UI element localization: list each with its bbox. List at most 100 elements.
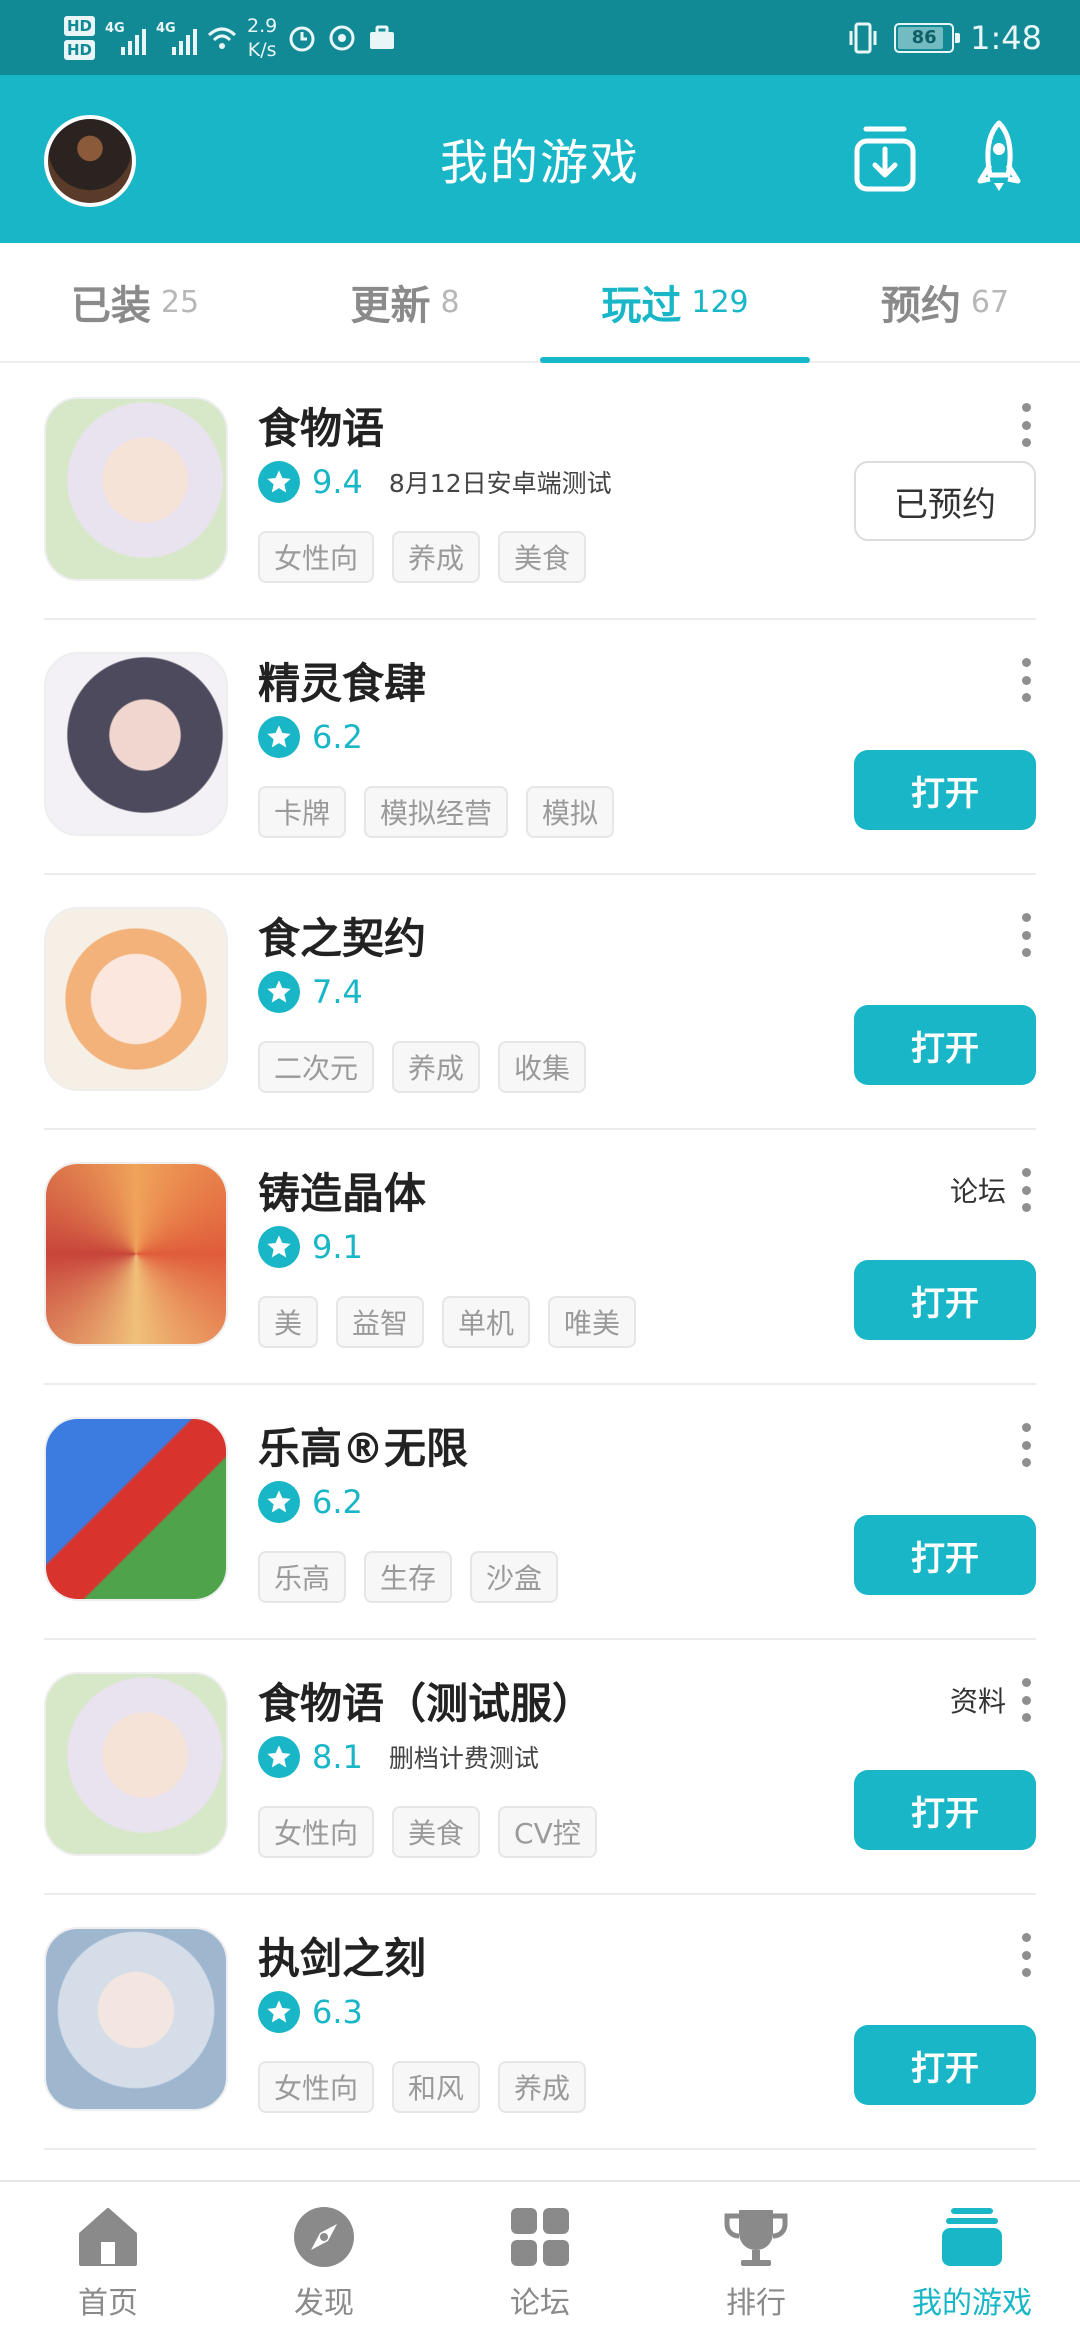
rating: 6.3 — [258, 1991, 363, 2033]
tag-list: 二次元 养成 收集 — [258, 1041, 587, 1093]
game-tag[interactable]: 模拟经营 — [364, 786, 509, 838]
game-tag[interactable]: 乐高 — [258, 1551, 347, 1603]
home-icon — [79, 2208, 137, 2266]
game-tag[interactable]: 女性向 — [258, 2061, 375, 2113]
download-manager-icon[interactable] — [852, 119, 918, 195]
game-icon[interactable] — [44, 1417, 228, 1601]
compass-icon — [294, 2207, 354, 2267]
briefcase-icon — [370, 25, 395, 49]
page-title: 我的游戏 — [439, 135, 640, 191]
tag-list: 美益智 单机 唯美 — [258, 1296, 637, 1348]
rating: 9.4 8月12日安卓端测试 — [258, 461, 612, 503]
game-row[interactable]: 食物语（测试服） 8.1 删档计费测试女性向 美食 CV控 资料打开 — [44, 1640, 1036, 1895]
clock: 1:48 — [970, 18, 1042, 57]
game-row[interactable]: 精灵食肆 6.2 卡牌 模拟经营 模拟 打开 — [44, 620, 1036, 875]
rating-score: 9.4 — [312, 463, 363, 501]
more-options-icon[interactable] — [1016, 658, 1036, 702]
rating-score: 6.2 — [312, 718, 363, 756]
game-tag[interactable]: 美 — [258, 1296, 319, 1348]
rating-score: 6.3 — [312, 1993, 363, 2031]
tag-list: 女性向 养成 美食 — [258, 531, 587, 583]
game-tag[interactable]: 养成 — [392, 1041, 481, 1093]
game-tag[interactable]: CV控 — [498, 1806, 597, 1858]
game-tag[interactable]: 模拟 — [526, 786, 615, 838]
game-note: 删档计费测试 — [388, 1744, 539, 1773]
game-tag[interactable]: 养成 — [392, 531, 481, 583]
game-icon[interactable] — [44, 1927, 228, 2111]
nav-home[interactable]: 首页 — [0, 2182, 216, 2340]
vibrate-icon — [849, 22, 877, 53]
tab-played[interactable]: 玩过 129 — [540, 243, 810, 363]
game-side-link[interactable]: 论坛 — [950, 1170, 1006, 1210]
game-tag[interactable]: 单机 — [442, 1296, 531, 1348]
star-icon — [258, 1736, 300, 1778]
game-tag[interactable]: 沙盒 — [470, 1551, 559, 1603]
tab-updates[interactable]: 更新 8 — [270, 243, 540, 361]
more-options-icon[interactable] — [1016, 1933, 1036, 1977]
game-name: 食物语（测试服） — [258, 1679, 595, 1728]
battery-icon: 86 — [894, 22, 961, 53]
game-tag[interactable]: 益智 — [336, 1296, 425, 1348]
app-notification-icon — [329, 25, 355, 51]
open-button[interactable]: 打开 — [854, 750, 1036, 830]
rating: 8.1 删档计费测试 — [258, 1736, 539, 1778]
game-name: 执剑之刻 — [258, 1934, 427, 1983]
star-icon — [258, 461, 300, 503]
game-tag[interactable]: 二次元 — [258, 1041, 375, 1093]
rating: 6.2 — [258, 1481, 363, 1523]
tag-list: 乐高 生存 沙盒 — [258, 1551, 559, 1603]
open-button[interactable]: 打开 — [854, 1005, 1036, 1085]
game-tag[interactable]: 美食 — [498, 531, 587, 583]
game-icon[interactable] — [44, 652, 228, 836]
star-icon — [258, 1226, 300, 1268]
game-tag[interactable]: 养成 — [498, 2061, 587, 2113]
game-tag[interactable]: 美食 — [392, 1806, 481, 1858]
tab-installed[interactable]: 已装 25 — [0, 243, 270, 361]
tab-bar: 已装 25 更新 8 玩过 129 预约 67 — [0, 243, 1080, 363]
trophy-icon — [724, 2210, 788, 2266]
rating: 6.2 — [258, 716, 363, 758]
game-icon[interactable] — [44, 907, 228, 1091]
more-options-icon[interactable] — [1016, 913, 1036, 957]
more-options-icon[interactable] — [1016, 403, 1036, 447]
game-tag[interactable]: 卡牌 — [258, 786, 347, 838]
game-note: 8月12日安卓端测试 — [388, 469, 612, 498]
open-button[interactable]: 打开 — [854, 1770, 1036, 1850]
nav-my-games[interactable]: 我的游戏 — [864, 2182, 1080, 2340]
rocket-icon[interactable] — [966, 119, 1032, 195]
game-tag[interactable]: 收集 — [498, 1041, 587, 1093]
game-row[interactable]: 食物语 9.4 8月12日安卓端测试 女性向 养成 美食 已预约 — [44, 365, 1036, 620]
game-tag[interactable]: 女性向 — [258, 1806, 375, 1858]
game-row[interactable]: 乐高®无限 6.2 乐高 生存 沙盒 打开 — [44, 1385, 1036, 1640]
rating: 9.1 — [258, 1226, 363, 1268]
hd-indicator: HD HD — [64, 16, 96, 60]
game-row[interactable]: 铸造晶体 9.1 美益智 单机 唯美 论坛 打开 — [44, 1130, 1036, 1385]
nav-ranking[interactable]: 排行 — [648, 2182, 864, 2340]
game-icon[interactable] — [44, 1162, 228, 1346]
more-options-icon[interactable] — [1016, 1423, 1036, 1467]
game-row[interactable]: 食之契约 7.4 二次元 养成 收集 打开 — [44, 875, 1036, 1130]
game-tag[interactable]: 生存 — [364, 1551, 453, 1603]
open-button[interactable]: 打开 — [854, 1515, 1036, 1595]
more-options-icon[interactable] — [1016, 1168, 1036, 1212]
game-icon[interactable] — [44, 1672, 228, 1856]
game-row[interactable]: 执剑之刻 6.3 女性向 和风 养成 打开 — [44, 1895, 1036, 2150]
reserved-button[interactable]: 已预约 — [854, 461, 1036, 541]
tab-reserved[interactable]: 预约 67 — [810, 243, 1080, 361]
nav-forum[interactable]: 论坛 — [432, 2182, 648, 2340]
nav-discover[interactable]: 发现 — [216, 2182, 432, 2340]
star-icon — [258, 971, 300, 1013]
game-side-link[interactable]: 资料 — [950, 1680, 1006, 1720]
open-button[interactable]: 打开 — [854, 2025, 1036, 2105]
game-tag[interactable]: 和风 — [392, 2061, 481, 2113]
network-speed: 2.9 K/s — [247, 15, 278, 61]
stack-icon — [942, 2208, 1002, 2266]
game-tag[interactable]: 女性向 — [258, 531, 375, 583]
open-button[interactable]: 打开 — [854, 1260, 1036, 1340]
game-tag[interactable]: 唯美 — [548, 1296, 637, 1348]
wifi-icon — [207, 27, 237, 49]
game-name: 食之契约 — [258, 914, 427, 963]
more-options-icon[interactable] — [1016, 1678, 1036, 1722]
rating: 7.4 — [258, 971, 363, 1013]
game-icon[interactable] — [44, 397, 228, 581]
